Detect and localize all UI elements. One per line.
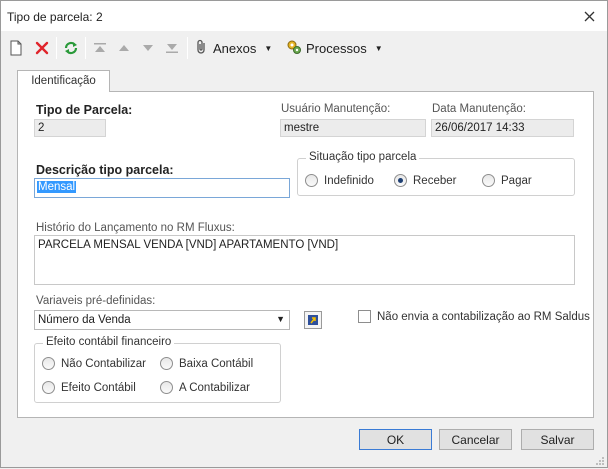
next-icon[interactable] xyxy=(141,38,155,58)
refresh-icon[interactable] xyxy=(63,38,79,58)
dialog-window: Tipo de parcela: 2 Anexos ▼ Processos ▼ … xyxy=(0,0,608,468)
previous-icon[interactable] xyxy=(117,38,131,58)
paperclip-icon xyxy=(195,39,209,58)
anexos-label: Anexos xyxy=(213,40,257,56)
window-title: Tipo de parcela: 2 xyxy=(7,10,103,24)
radio-indefinido[interactable]: Indefinido xyxy=(305,174,374,187)
radio-indefinido-label: Indefinido xyxy=(324,174,374,187)
nao-envia-label: Não envia a contabilização ao RM Saldus xyxy=(377,310,590,323)
title-bar: Tipo de parcela: 2 xyxy=(1,1,607,31)
toolbar-separator xyxy=(85,37,86,59)
tab-identificacao[interactable]: Identificação xyxy=(17,70,110,92)
resize-grip-icon[interactable] xyxy=(595,455,605,465)
anexos-menu[interactable]: Anexos ▼ xyxy=(195,38,272,58)
processes-icon xyxy=(286,39,302,58)
radio-indefinido-dot xyxy=(305,174,318,187)
insert-variable-button[interactable] xyxy=(304,311,322,329)
nao-envia-checkbox[interactable]: Não envia a contabilização ao RM Saldus xyxy=(358,310,590,323)
historico-label: Histório do Lançamento no RM Fluxus: xyxy=(36,222,235,234)
descricao-input[interactable]: Mensal xyxy=(34,178,290,198)
close-icon[interactable] xyxy=(581,8,597,24)
cancel-button[interactable]: Cancelar xyxy=(439,429,512,450)
radio-nao-contabilizar-label: Não Contabilizar xyxy=(61,357,147,370)
radio-efeito-contabil-label: Efeito Contábil xyxy=(61,381,136,394)
ok-button[interactable]: OK xyxy=(359,429,432,450)
radio-a-contabilizar[interactable]: A Contabilizar xyxy=(160,381,250,394)
chevron-down-icon: ▼ xyxy=(374,43,383,53)
radio-baixa-contabil[interactable]: Baixa Contábil xyxy=(160,357,253,370)
delete-icon[interactable] xyxy=(35,38,49,58)
variaveis-select[interactable]: Número da Venda ▼ xyxy=(34,310,290,330)
tipo-parcela-field[interactable]: 2 xyxy=(34,119,106,137)
data-manutencao-label: Data Manutenção: xyxy=(432,103,526,115)
toolbar-separator xyxy=(187,37,188,59)
radio-receber-dot xyxy=(394,174,407,187)
chevron-down-icon: ▼ xyxy=(276,314,285,324)
variaveis-value: Número da Venda xyxy=(38,314,131,326)
chevron-down-icon: ▼ xyxy=(264,43,273,53)
radio-a-contabilizar-dot xyxy=(160,381,173,394)
radio-pagar[interactable]: Pagar xyxy=(482,174,532,187)
descricao-value: Mensal xyxy=(37,181,77,193)
save-button[interactable]: Salvar xyxy=(521,429,594,450)
radio-nao-contabilizar[interactable]: Não Contabilizar xyxy=(42,357,146,370)
radio-baixa-contabil-label: Baixa Contábil xyxy=(179,357,254,370)
usuario-manutencao-field[interactable]: mestre xyxy=(280,119,426,137)
first-icon[interactable] xyxy=(93,38,107,58)
radio-baixa-contabil-dot xyxy=(160,357,173,370)
radio-pagar-dot xyxy=(482,174,495,187)
radio-nao-contabilizar-dot xyxy=(42,357,55,370)
variaveis-label: Variaveis pré-definidas: xyxy=(36,295,156,307)
radio-receber-label: Receber xyxy=(413,174,457,187)
new-doc-icon[interactable] xyxy=(9,38,23,58)
radio-efeito-contabil-dot xyxy=(42,381,55,394)
processos-label: Processos xyxy=(306,40,367,56)
usuario-manutencao-label: Usuário Manutenção: xyxy=(281,103,391,115)
last-icon[interactable] xyxy=(165,38,179,58)
processos-menu[interactable]: Processos ▼ xyxy=(286,38,383,58)
descricao-label: Descrição tipo parcela: xyxy=(36,163,174,177)
tab-panel: Tipo de Parcela: 2 Usuário Manutenção: m… xyxy=(17,91,594,418)
radio-pagar-label: Pagar xyxy=(501,174,532,187)
radio-receber[interactable]: Receber xyxy=(394,174,456,187)
historico-textarea[interactable]: PARCELA MENSAL VENDA [VND] APARTAMENTO [… xyxy=(34,235,575,285)
nao-envia-box xyxy=(358,310,371,323)
data-manutencao-field[interactable]: 26/06/2017 14:33 xyxy=(431,119,574,137)
tipo-parcela-label: Tipo de Parcela: xyxy=(36,103,133,117)
situacao-title: Situação tipo parcela xyxy=(306,151,420,163)
toolbar: Anexos ▼ Processos ▼ xyxy=(1,33,607,63)
radio-a-contabilizar-label: A Contabilizar xyxy=(179,381,250,394)
efeito-group: Efeito contábil financeiro Não Contabili… xyxy=(34,336,281,403)
toolbar-separator xyxy=(56,37,57,59)
efeito-title: Efeito contábil financeiro xyxy=(43,336,175,348)
radio-efeito-contabil[interactable]: Efeito Contábil xyxy=(42,381,136,394)
situacao-group: Situação tipo parcela Indefinido Receber… xyxy=(297,151,575,196)
